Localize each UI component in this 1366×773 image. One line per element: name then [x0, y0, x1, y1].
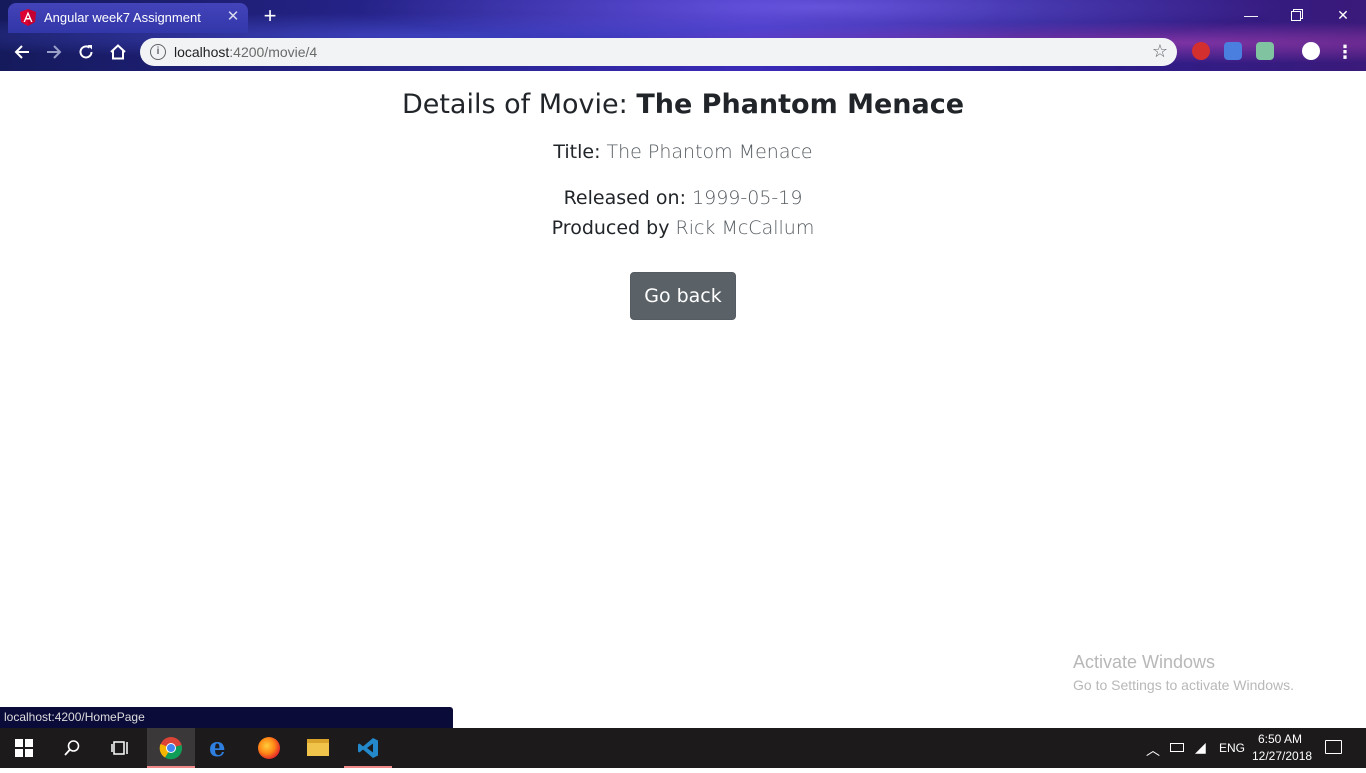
- battery-icon[interactable]: [1170, 743, 1184, 752]
- profile-avatar-icon[interactable]: [1302, 42, 1320, 60]
- activate-windows-subtitle: Go to Settings to activate Windows.: [1073, 677, 1294, 693]
- title-label: Title:: [553, 141, 607, 163]
- edge-taskbar-button[interactable]: e: [196, 728, 244, 768]
- windows-logo-icon: [15, 739, 33, 757]
- bookmark-star-icon[interactable]: ☆: [1152, 41, 1168, 62]
- info-icon[interactable]: i: [150, 44, 166, 60]
- close-window-button[interactable]: ✕: [1328, 4, 1358, 26]
- action-center-icon[interactable]: [1325, 740, 1342, 754]
- file-explorer-taskbar-button[interactable]: [294, 728, 342, 768]
- wifi-icon[interactable]: ◢: [1195, 739, 1206, 756]
- vscode-icon: [358, 738, 378, 758]
- vscode-taskbar-button[interactable]: [344, 728, 392, 768]
- folder-icon: [307, 739, 329, 756]
- chrome-icon: [159, 737, 183, 760]
- url-text: localhost:4200/movie/4: [174, 44, 317, 60]
- heading-prefix: Details of Movie:: [401, 89, 637, 120]
- tab-close-icon[interactable]: ✕: [225, 9, 241, 25]
- home-button[interactable]: [106, 40, 130, 64]
- heading-movie-name: The Phantom Menace: [636, 89, 965, 120]
- language-indicator[interactable]: ENG: [1219, 741, 1245, 755]
- restore-icon: [1291, 9, 1303, 21]
- title-line: Title: The Phantom Menace: [0, 141, 1366, 163]
- activate-windows-title: Activate Windows: [1073, 652, 1216, 672]
- task-view-button[interactable]: [96, 728, 144, 768]
- url-host: localhost: [174, 44, 230, 60]
- producer-value: Rick McCallum: [675, 217, 815, 239]
- producer-label: Produced by: [551, 217, 676, 239]
- page-heading: Details of Movie: The Phantom Menace: [0, 89, 1366, 120]
- arrow-left-icon: [14, 45, 29, 59]
- ublock-extension-icon[interactable]: [1192, 42, 1210, 60]
- producer-line: Produced by Rick McCallum: [0, 217, 1366, 239]
- browser-chrome: Angular week7 Assignment ✕ + — ✕ i local…: [0, 0, 1366, 71]
- start-button[interactable]: [0, 728, 48, 768]
- go-back-button[interactable]: Go back: [630, 272, 736, 320]
- page-content: Details of Movie: The Phantom Menace Tit…: [0, 71, 1366, 728]
- taskbar: e ︿ ◢ ENG 6:50 AM 12/27/2018: [0, 728, 1366, 768]
- status-link-preview: localhost:4200/HomePage: [0, 707, 453, 728]
- angular-icon: [20, 9, 36, 26]
- released-value: 1999-05-19: [692, 187, 803, 209]
- reload-icon: [79, 45, 93, 59]
- reload-button[interactable]: [74, 40, 98, 64]
- search-icon: [64, 740, 80, 756]
- browser-tab[interactable]: Angular week7 Assignment ✕: [8, 3, 248, 33]
- restore-button[interactable]: [1282, 4, 1312, 26]
- released-line: Released on: 1999-05-19: [0, 187, 1366, 209]
- firefox-icon: [258, 737, 280, 759]
- firefox-taskbar-button[interactable]: [245, 728, 293, 768]
- search-button[interactable]: [48, 728, 96, 768]
- address-bar[interactable]: i localhost:4200/movie/4 ☆: [140, 38, 1177, 66]
- chrome-taskbar-button[interactable]: [147, 728, 195, 768]
- url-path: :4200/movie/4: [229, 44, 318, 60]
- clock-date[interactable]: 12/27/2018: [1252, 749, 1312, 763]
- tab-title: Angular week7 Assignment: [44, 10, 201, 25]
- show-hidden-icons-chevron-icon[interactable]: ︿: [1146, 740, 1160, 760]
- title-value: The Phantom Menace: [606, 141, 813, 163]
- minimize-button[interactable]: —: [1236, 4, 1266, 26]
- back-nav-button[interactable]: [10, 40, 34, 64]
- released-label: Released on:: [563, 187, 693, 209]
- clock-time[interactable]: 6:50 AM: [1258, 732, 1302, 746]
- new-tab-button[interactable]: +: [258, 5, 282, 29]
- home-icon: [110, 44, 126, 60]
- arrow-right-icon: [47, 45, 62, 59]
- mail-extension-icon[interactable]: [1256, 42, 1274, 60]
- translate-extension-icon[interactable]: [1224, 42, 1242, 60]
- edge-icon: e: [209, 733, 226, 763]
- task-view-icon: [111, 741, 128, 755]
- menu-kebab-icon[interactable]: ⋮: [1333, 40, 1357, 64]
- forward-nav-button[interactable]: [42, 40, 66, 64]
